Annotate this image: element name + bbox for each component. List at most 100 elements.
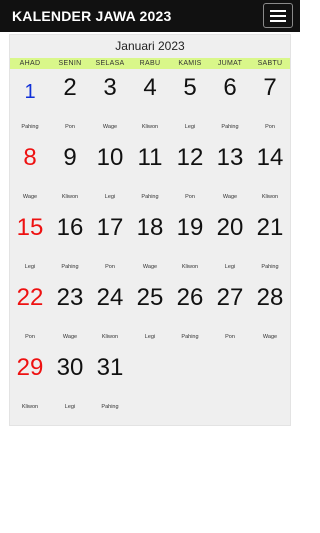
day-cell[interactable]: 4 Kliwon	[130, 69, 170, 139]
pasaran-label: Pahing	[221, 124, 239, 130]
day-cell[interactable]: 5 Legi	[170, 69, 210, 139]
day-cell[interactable]: 25 Legi	[130, 279, 170, 349]
day-number: 11	[137, 144, 163, 171]
day-cell[interactable]: 18 Wage	[130, 209, 170, 279]
day-cell[interactable]: 23 Wage	[50, 279, 90, 349]
menu-button[interactable]	[263, 3, 293, 28]
day-cell[interactable]: 9 Kliwon	[50, 139, 90, 209]
pasaran-label: Wage	[142, 264, 158, 270]
pasaran-label: Pon	[185, 194, 195, 200]
day-number: 31	[96, 354, 124, 381]
day-number: 9	[63, 144, 77, 171]
pasaran-label: Legi	[144, 334, 156, 340]
pasaran-label: Pahing	[61, 264, 79, 270]
week-row: 15 Legi 16 Pahing 17 Pon 18 Wage 19 Kliwon 20 Legi 2…	[10, 209, 290, 279]
pasaran-label: Pon	[25, 334, 35, 340]
pasaran-label: Kliwon	[261, 194, 279, 200]
day-cell[interactable]: 13 Wage	[210, 139, 250, 209]
weekday-sabtu: SABTU	[257, 60, 283, 67]
day-number: 4	[143, 74, 157, 101]
pasaran-label: Pon	[265, 124, 275, 130]
month-title: Januari 2023	[115, 39, 185, 53]
day-cell[interactable]: 19 Kliwon	[170, 209, 210, 279]
day-number: 24	[96, 284, 124, 311]
day-number: 15	[16, 214, 44, 241]
day-cell[interactable]: 21 Pahing	[250, 209, 290, 279]
pasaran-label: Kliwon	[181, 264, 199, 270]
day-number: 1	[24, 81, 36, 103]
day-cell[interactable]: 10 Legi	[90, 139, 130, 209]
pasaran-label: Wage	[22, 194, 38, 200]
weekday-rabu: RABU	[139, 60, 161, 67]
day-cell[interactable]: 14 Kliwon	[250, 139, 290, 209]
pasaran-label: Wage	[102, 124, 118, 130]
day-cell[interactable]: 15 Legi	[10, 209, 50, 279]
pasaran-label: Kliwon	[101, 334, 119, 340]
day-cell[interactable]: 24 Kliwon	[90, 279, 130, 349]
day-number: 18	[136, 214, 164, 241]
day-number: 22	[16, 284, 44, 311]
weekday-ahad: AHAD	[19, 60, 41, 67]
day-number: 25	[136, 284, 164, 311]
empty-cell	[170, 349, 210, 419]
weekday-senin: SENIN	[58, 60, 82, 67]
day-cell[interactable]: 20 Legi	[210, 209, 250, 279]
day-number: 12	[176, 144, 204, 171]
day-number: 20	[216, 214, 244, 241]
pasaran-label: Kliwon	[61, 194, 79, 200]
week-row: 22 Pon 23 Wage 24 Kliwon 25 Legi 26 Pahing 27 Pon 28…	[10, 279, 290, 349]
day-number: 6	[223, 74, 237, 101]
day-cell[interactable]: 17 Pon	[90, 209, 130, 279]
empty-cell	[210, 349, 250, 419]
day-cell[interactable]: 27 Pon	[210, 279, 250, 349]
day-cell[interactable]: 7 Pon	[250, 69, 290, 139]
weekday-selasa: SELASA	[95, 60, 125, 67]
day-cell[interactable]: 29 Kliwon	[10, 349, 50, 419]
pasaran-label: Legi	[184, 124, 196, 130]
empty-cell	[250, 349, 290, 419]
weekday-kamis: KAMIS	[178, 60, 202, 67]
pasaran-label: Legi	[224, 264, 236, 270]
day-number: 2	[63, 74, 77, 101]
day-cell[interactable]: 22 Pon	[10, 279, 50, 349]
weekday-header: AHAD SENIN SELASA RABU KAMIS JUMAT SABTU	[10, 58, 290, 69]
day-cell[interactable]: 3 Wage	[90, 69, 130, 139]
pasaran-label: Pon	[225, 334, 235, 340]
day-number: 30	[56, 354, 84, 381]
day-cell[interactable]: 12 Pon	[170, 139, 210, 209]
day-number: 3	[103, 74, 117, 101]
day-number: 23	[56, 284, 84, 311]
weekday-jumat: JUMAT	[217, 60, 243, 67]
empty-cell	[130, 349, 170, 419]
pasaran-label: Legi	[64, 404, 76, 410]
day-cell[interactable]: 31 Pahing	[90, 349, 130, 419]
day-cell[interactable]: 6 Pahing	[210, 69, 250, 139]
calendar-grid: 1 Pahing 2 Pon 3 Wage 4 Kliwon 5 Legi 6 Pahing 7 Pon 8…	[10, 69, 290, 419]
calendar-panel: Januari 2023 AHAD SENIN SELASA RABU KAMIS JUM…	[9, 34, 291, 426]
pasaran-label: Wage	[222, 194, 238, 200]
pasaran-label: Kliwon	[141, 124, 159, 130]
pasaran-label: Pon	[65, 124, 75, 130]
day-cell[interactable]: 16 Pahing	[50, 209, 90, 279]
pasaran-label: Pahing	[261, 264, 279, 270]
day-cell[interactable]: 11 Pahing	[130, 139, 170, 209]
day-cell[interactable]: 28 Wage	[250, 279, 290, 349]
day-cell[interactable]: 2 Pon	[50, 69, 90, 139]
pasaran-label: Pahing	[181, 334, 199, 340]
pasaran-label: Legi	[104, 194, 116, 200]
day-number: 14	[256, 144, 284, 171]
week-row: 1 Pahing 2 Pon 3 Wage 4 Kliwon 5 Legi 6 Pahing 7 Pon	[10, 69, 290, 139]
day-number: 13	[216, 144, 244, 171]
app-bar: KALENDER JAWA 2023	[0, 0, 300, 32]
pasaran-label: Wage	[262, 334, 278, 340]
pasaran-label: Kliwon	[21, 404, 39, 410]
week-row: 29 Kliwon 30 Legi 31 Pahing	[10, 349, 290, 419]
day-number: 26	[176, 284, 204, 311]
pasaran-label: Pahing	[141, 194, 159, 200]
day-cell[interactable]: 26 Pahing	[170, 279, 210, 349]
day-cell[interactable]: 1 Pahing	[10, 69, 50, 139]
pasaran-label: Pahing	[101, 404, 119, 410]
day-cell[interactable]: 30 Legi	[50, 349, 90, 419]
day-number: 5	[183, 74, 197, 101]
day-cell[interactable]: 8 Wage	[10, 139, 50, 209]
